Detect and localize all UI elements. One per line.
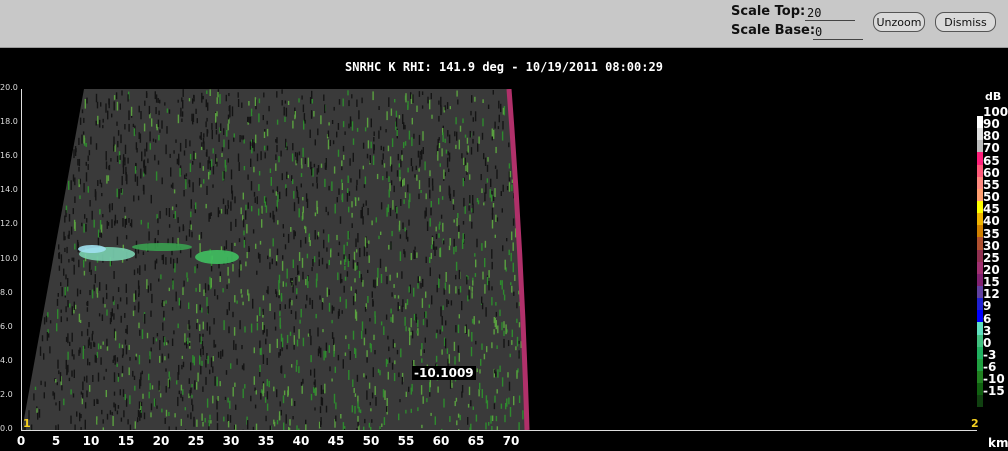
colorbar-label: 40	[983, 214, 1000, 229]
colorbar-label: 25	[983, 250, 1000, 265]
colorbar-label: 35	[983, 226, 1000, 241]
y-tick-label: 6.0	[0, 321, 13, 331]
x-tick-label: 20	[152, 434, 170, 448]
x-tick-label: 55	[397, 434, 415, 448]
y-tick-label: 12.0	[0, 219, 18, 229]
x-tick-label: 60	[432, 434, 450, 448]
colorbar-label: 65	[983, 153, 1000, 168]
y-tick-label: 18.0	[0, 117, 18, 127]
scale-top-label: Scale Top:	[731, 4, 806, 19]
cursor-value-readout: -10.1009	[412, 366, 476, 380]
corner-marker-left: 1	[23, 417, 31, 430]
y-tick-label: 8.0	[0, 287, 13, 297]
x-tick-label: 70	[502, 434, 520, 448]
x-tick-label: 30	[222, 434, 240, 448]
toolbar: Scale Top: Scale Base: Unzoom Dismiss	[0, 0, 1008, 48]
colorbar-unit: dB	[985, 90, 1002, 103]
scale-base-input[interactable]	[813, 24, 863, 40]
x-tick-label: 50	[362, 434, 380, 448]
dismiss-button[interactable]: Dismiss	[935, 12, 996, 32]
x-axis-unit: km	[988, 436, 1008, 450]
y-tick-label: 14.0	[0, 185, 18, 195]
y-tick-label: 20.0	[0, 83, 18, 92]
scale-base-label: Scale Base:	[731, 23, 816, 38]
colorbar-label: -15	[983, 384, 1005, 399]
x-tick-label: 40	[292, 434, 310, 448]
colorbar-label: 3	[983, 323, 992, 338]
x-tick-label: 15	[117, 434, 135, 448]
colorbar-label: 60	[983, 165, 1000, 180]
rhi-plot-canvas	[22, 89, 530, 430]
corner-marker-right: 2	[971, 417, 979, 430]
x-tick-label: 0	[16, 434, 26, 448]
scale-top-input[interactable]	[805, 5, 855, 21]
y-tick-label: 16.0	[0, 151, 18, 161]
x-tick-label: 5	[51, 434, 61, 448]
colorbar-label: 30	[983, 238, 1000, 253]
colorbar-label: 70	[983, 141, 1000, 156]
x-tick-label: 65	[467, 434, 485, 448]
y-tick-label: 0.0	[0, 424, 13, 433]
colorbar-label: 6	[983, 311, 992, 326]
y-tick-label: 10.0	[0, 253, 18, 263]
x-tick-label: 45	[327, 434, 345, 448]
y-tick-label: 4.0	[0, 355, 13, 365]
x-tick-label: 35	[257, 434, 275, 448]
rhi-plot[interactable]	[21, 89, 977, 431]
unzoom-button[interactable]: Unzoom	[873, 12, 925, 32]
x-tick-label: 10	[82, 434, 100, 448]
colorbar-label: 9	[983, 299, 992, 314]
x-tick-label: 25	[187, 434, 205, 448]
plot-title: SNRHC K RHI: 141.9 deg - 10/19/2011 08:0…	[345, 60, 663, 74]
y-tick-label: 2.0	[0, 389, 13, 399]
